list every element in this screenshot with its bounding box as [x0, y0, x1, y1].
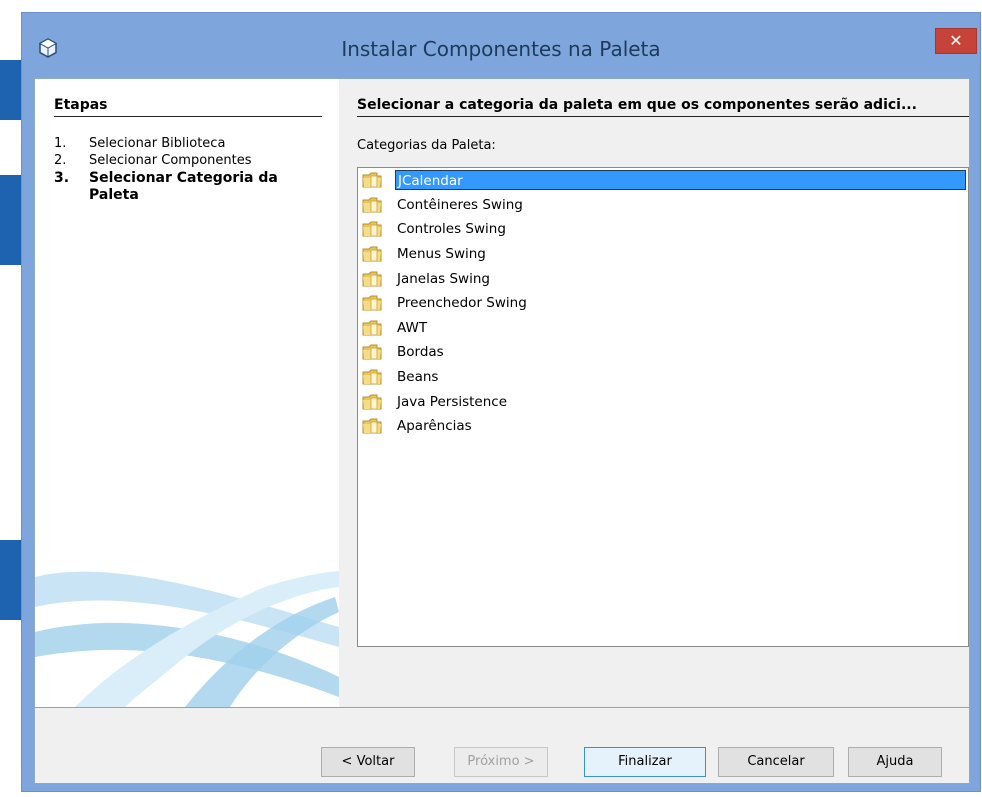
folder-icon: [362, 418, 382, 434]
step-label: Selecionar Categoria da Paleta: [89, 170, 278, 203]
folder-icon: [362, 172, 382, 188]
steps-list: 1. Selecionar Biblioteca 2. Selecionar C…: [54, 136, 324, 205]
dialog-content: Etapas 1. Selecionar Biblioteca 2. Selec…: [34, 78, 970, 784]
next-button[interactable]: Próximo >: [454, 747, 548, 777]
category-item-aparencias[interactable]: Aparências: [358, 414, 968, 439]
category-label: Java Persistence: [397, 393, 508, 410]
category-item-controles-swing[interactable]: Controles Swing: [358, 217, 968, 242]
folder-icon: [362, 295, 382, 311]
step-item: 1. Selecionar Biblioteca: [54, 136, 324, 152]
category-label: Janelas Swing: [397, 270, 490, 287]
category-item-jcalendar[interactable]: JCalendar: [358, 168, 968, 193]
folder-icon: [362, 246, 382, 262]
category-label: Controles Swing: [397, 221, 506, 238]
category-label: Beans: [397, 369, 439, 386]
install-components-dialog: Instalar Componentes na Paleta ✕ Etapas …: [21, 12, 981, 792]
folder-icon: [362, 344, 382, 360]
step-number: 2.: [54, 153, 67, 168]
category-label: Contêineres Swing: [397, 196, 523, 213]
category-item-menus-swing[interactable]: Menus Swing: [358, 242, 968, 267]
category-label: AWT: [397, 319, 428, 336]
category-label: JCalendar: [395, 170, 966, 191]
title-bar[interactable]: Instalar Componentes na Paleta ✕: [22, 13, 980, 73]
folder-icon: [362, 197, 382, 213]
category-item-java-persistence[interactable]: Java Persistence: [358, 389, 968, 414]
steps-title: Etapas: [54, 97, 322, 117]
step-number: 3.: [54, 170, 70, 186]
folder-icon: [362, 221, 382, 237]
close-button[interactable]: ✕: [935, 28, 977, 54]
category-item-awt[interactable]: AWT: [358, 316, 968, 341]
decorative-swoosh-graphic: [35, 571, 339, 707]
button-bar-separator: [35, 707, 969, 708]
window-title: Instalar Componentes na Paleta: [341, 37, 661, 61]
category-item-janelas-swing[interactable]: Janelas Swing: [358, 266, 968, 291]
category-item-preenchedor-swing[interactable]: Preenchedor Swing: [358, 291, 968, 316]
page-heading: Selecionar a categoria da paleta em que …: [357, 97, 969, 117]
help-button[interactable]: Ajuda: [848, 747, 942, 777]
back-button[interactable]: < Voltar: [321, 747, 415, 777]
folder-icon: [362, 394, 382, 410]
category-label: Aparências: [397, 418, 472, 435]
category-label: Bordas: [397, 344, 444, 361]
palette-category-list[interactable]: JCalendar Contêineres Swing Controles Sw…: [357, 167, 969, 647]
category-item-beans[interactable]: Beans: [358, 365, 968, 390]
category-label: Preenchedor Swing: [397, 295, 527, 312]
steps-panel: Etapas 1. Selecionar Biblioteca 2. Selec…: [35, 79, 339, 707]
palette-categories-label: Categorias da Paleta:: [357, 138, 496, 153]
folder-icon: [362, 320, 382, 336]
category-item-conteineres-swing[interactable]: Contêineres Swing: [358, 193, 968, 218]
step-label: Selecionar Componentes: [89, 153, 252, 168]
step-number: 1.: [54, 136, 67, 151]
category-label: Menus Swing: [397, 246, 486, 263]
step-item-current: 3. Selecionar Categoria da Paleta: [54, 170, 324, 204]
finish-button[interactable]: Finalizar: [584, 747, 706, 777]
cancel-button[interactable]: Cancelar: [718, 747, 834, 777]
step-item: 2. Selecionar Componentes: [54, 153, 324, 169]
step-label: Selecionar Biblioteca: [89, 136, 226, 151]
category-item-bordas[interactable]: Bordas: [358, 340, 968, 365]
folder-icon: [362, 271, 382, 287]
folder-icon: [362, 369, 382, 385]
